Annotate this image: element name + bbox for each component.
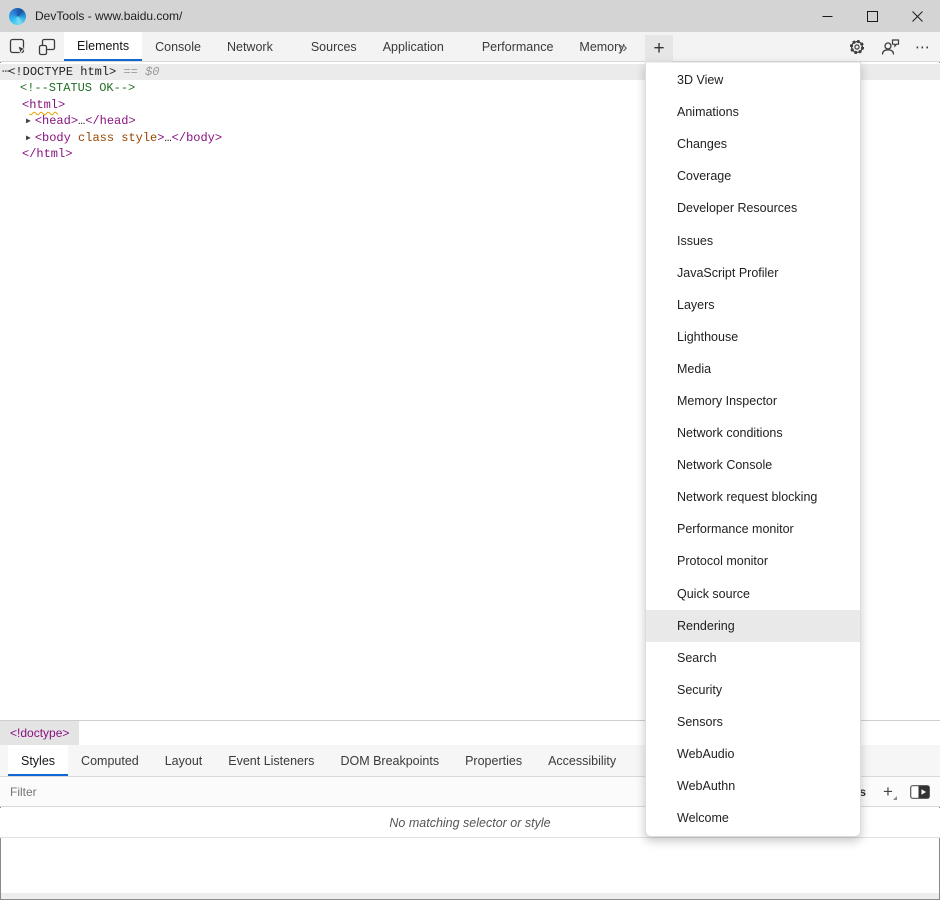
styles-tab-properties[interactable]: Properties (452, 745, 535, 776)
menu-item-sensors[interactable]: Sensors (646, 706, 860, 738)
styles-tab-dom-breakpoints[interactable]: DOM Breakpoints (327, 745, 452, 776)
more-panels-chevron-icon[interactable]: » (619, 32, 627, 62)
tab-network[interactable]: Network (214, 32, 286, 61)
tab-sources[interactable]: Sources (298, 32, 370, 61)
maximize-button[interactable] (850, 0, 895, 32)
menu-item-lighthouse[interactable]: Lighthouse (646, 321, 860, 353)
styles-tab-event-listeners[interactable]: Event Listeners (215, 745, 327, 776)
menu-item-protocol-monitor[interactable]: Protocol monitor (646, 545, 860, 577)
styles-tab-styles[interactable]: Styles (8, 745, 68, 776)
expand-arrow-icon[interactable]: ▶ (26, 131, 31, 147)
styles-tab-computed[interactable]: Computed (68, 745, 152, 776)
styles-tab-accessibility[interactable]: Accessibility (535, 745, 629, 776)
window-footer-strip (1, 893, 939, 899)
more-options-icon[interactable]: ⋯ (915, 38, 931, 56)
window-title: DevTools - www.baidu.com/ (35, 9, 182, 23)
menu-item-3d-view[interactable]: 3D View (646, 64, 860, 96)
close-icon (912, 11, 923, 22)
filter-input[interactable]: Filter (10, 785, 37, 799)
html-tag-issue-underline: html (29, 98, 58, 112)
device-toolbar-icon[interactable] (38, 38, 56, 56)
plus-icon: + (883, 782, 893, 802)
menu-item-javascript-profiler[interactable]: JavaScript Profiler (646, 257, 860, 289)
menu-item-network-request-blocking[interactable]: Network request blocking (646, 481, 860, 513)
tab-performance[interactable]: Performance (469, 32, 567, 61)
menu-item-memory-inspector[interactable]: Memory Inspector (646, 385, 860, 417)
inspect-element-icon[interactable] (9, 38, 27, 56)
more-tools-menu: 3D ViewAnimationsChangesCoverageDevelope… (645, 62, 861, 837)
doctype-text: <!DOCTYPE html> (8, 65, 116, 79)
body-attributes: class style (71, 131, 157, 145)
menu-item-network-conditions[interactable]: Network conditions (646, 417, 860, 449)
menu-item-coverage[interactable]: Coverage (646, 160, 860, 192)
devtools-window: DevTools - www.baidu.com/ Eleme (0, 0, 940, 900)
menu-item-animations[interactable]: Animations (646, 96, 860, 128)
menu-item-performance-monitor[interactable]: Performance monitor (646, 513, 860, 545)
menu-item-issues[interactable]: Issues (646, 224, 860, 256)
menu-item-developer-resources[interactable]: Developer Resources (646, 192, 860, 224)
toggle-sidebar-icon[interactable] (910, 785, 930, 799)
settings-gear-icon[interactable] (848, 38, 866, 56)
menu-item-rendering[interactable]: Rendering (646, 610, 860, 642)
menu-item-changes[interactable]: Changes (646, 128, 860, 160)
menu-item-welcome[interactable]: Welcome (646, 802, 860, 834)
more-tools-button[interactable]: + (645, 35, 673, 62)
maximize-icon (867, 11, 878, 22)
title-bar: DevTools - www.baidu.com/ (0, 0, 940, 32)
tab-elements[interactable]: Elements (64, 32, 142, 61)
close-button[interactable] (895, 0, 940, 32)
menu-item-webauthn[interactable]: WebAuthn (646, 770, 860, 802)
menu-item-quick-source[interactable]: Quick source (646, 578, 860, 610)
selected-node-hint: == $0 (116, 65, 159, 79)
feedback-person-icon[interactable] (881, 38, 900, 56)
expand-arrow-icon[interactable]: ▶ (26, 114, 31, 130)
minimize-icon (822, 11, 833, 22)
empty-message: No matching selector or style (389, 816, 550, 830)
menu-item-webaudio[interactable]: WebAudio (646, 738, 860, 770)
menu-item-layers[interactable]: Layers (646, 289, 860, 321)
new-style-rule-button[interactable]: + (879, 783, 897, 801)
menu-item-search[interactable]: Search (646, 642, 860, 674)
devtools-toolbar: ElementsConsoleNetwork SourcesApplication… (0, 32, 940, 62)
tab-application[interactable]: Application (370, 32, 457, 61)
tab-console[interactable]: Console (142, 32, 214, 61)
breadcrumb-item-doctype[interactable]: <!doctype> (0, 721, 79, 745)
panel-tabs: ElementsConsoleNetwork SourcesApplication… (64, 32, 638, 61)
edge-logo-icon (9, 8, 26, 25)
menu-item-network-console[interactable]: Network Console (646, 449, 860, 481)
minimize-button[interactable] (805, 0, 850, 32)
menu-item-security[interactable]: Security (646, 674, 860, 706)
styles-tab-layout[interactable]: Layout (152, 745, 216, 776)
menu-item-media[interactable]: Media (646, 353, 860, 385)
